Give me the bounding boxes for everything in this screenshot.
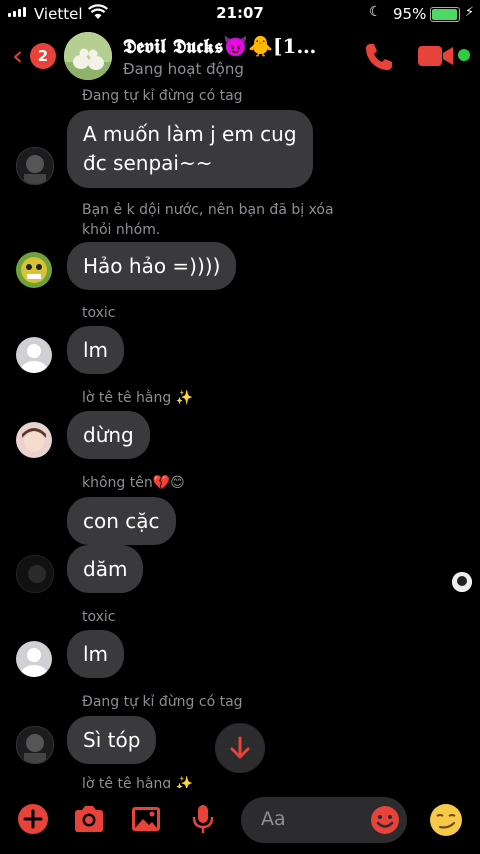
sender-name: không tên💔😊 (82, 475, 185, 491)
message-input-placeholder: Aa (261, 808, 286, 830)
system-message: Bạn ẻ k dội nước, nên bạn đã bị xóa khỏi… (82, 202, 334, 238)
avatar[interactable] (16, 422, 52, 458)
emoji-icon[interactable] (369, 804, 401, 836)
message-text: dừng (83, 423, 134, 447)
sender-name: lờ tê tê hằng ✨ (82, 390, 194, 406)
phone-icon[interactable] (362, 40, 396, 74)
back-button[interactable]: ‹ 2 (8, 38, 56, 74)
chat-header: ‹ 2 𝕯𝖊𝖛𝖎𝖑 𝕯𝖚𝖈𝖐𝖘😈🐥[1… Đang hoạt động (0, 28, 480, 84)
message-bubble[interactable]: lm (67, 326, 125, 374)
seen-avatar (452, 572, 472, 592)
avatar[interactable] (16, 147, 54, 185)
user-avatar-image (24, 734, 46, 763)
user-avatar-image (28, 565, 46, 583)
default-avatar-icon (21, 344, 47, 373)
message-bubble[interactable]: dừng (67, 411, 150, 459)
moon-icon: ☾ (369, 4, 382, 20)
user-avatar-image (24, 155, 46, 184)
charging-icon: ⚡ (465, 5, 475, 20)
sender-name: lờ tê tê hằng ✨ (82, 776, 194, 788)
message-bubble[interactable]: Sì tóp (67, 716, 157, 764)
message-bubble[interactable]: lm (67, 630, 125, 678)
video-call-icon[interactable] (416, 42, 456, 70)
camera-icon[interactable] (72, 802, 106, 836)
battery-percent: 95% (393, 5, 427, 23)
message-text: Hảo hảo =)))) (83, 254, 221, 278)
message-text: Sì tóp (83, 728, 141, 752)
online-indicator (458, 49, 470, 61)
sender-name: toxic (82, 305, 116, 321)
user-avatar-image (22, 428, 46, 452)
message-text: dăm (83, 557, 128, 581)
status-bar: Viettel 21:07 ☾ 95% ⚡ (0, 0, 480, 28)
message-bubble[interactable]: con cặc (67, 497, 176, 545)
message-input[interactable]: Aa (241, 797, 407, 843)
message-text: A muốn làm j em cug đc senpai~~ (83, 122, 297, 175)
plus-icon[interactable] (16, 802, 50, 836)
avatar[interactable] (16, 555, 54, 593)
arrow-down-icon (230, 736, 250, 759)
battery-icon (430, 7, 460, 22)
sender-name: Đang tự kỉ đừng có tag (82, 88, 243, 104)
active-status: Đang hoạt động (123, 60, 244, 78)
message-bubble[interactable]: A muốn làm j em cug đc senpai~~ (67, 110, 313, 188)
user-avatar-image (452, 572, 472, 592)
unread-badge: 2 (30, 43, 56, 69)
user-avatar-image (21, 257, 47, 283)
scroll-to-bottom-button[interactable] (215, 723, 265, 773)
message-bubble[interactable]: Hảo hảo =)))) (67, 242, 237, 290)
default-avatar-icon (21, 648, 47, 677)
message-text: lm (83, 338, 109, 362)
avatar[interactable] (16, 726, 54, 764)
message-text: con cặc (83, 509, 160, 533)
avatar[interactable] (16, 641, 52, 677)
image-icon[interactable] (129, 802, 163, 836)
sender-name: Đang tự kỉ đừng có tag (82, 694, 243, 710)
smirk-emoji-icon[interactable] (428, 802, 464, 838)
avatar[interactable] (16, 337, 52, 373)
sender-name: toxic (82, 609, 116, 625)
group-avatar[interactable] (64, 32, 112, 80)
composer-bar: Aa (0, 788, 480, 854)
avatar[interactable] (16, 252, 52, 288)
conversation-title[interactable]: 𝕯𝖊𝖛𝖎𝖑 𝕯𝖚𝖈𝖐𝖘😈🐥[1… (123, 34, 353, 58)
chevron-left-icon: ‹ (12, 39, 24, 72)
message-bubble[interactable]: dăm (67, 545, 144, 593)
ducks-avatar-image (64, 32, 112, 80)
microphone-icon[interactable] (186, 802, 220, 836)
message-text: lm (83, 642, 109, 666)
